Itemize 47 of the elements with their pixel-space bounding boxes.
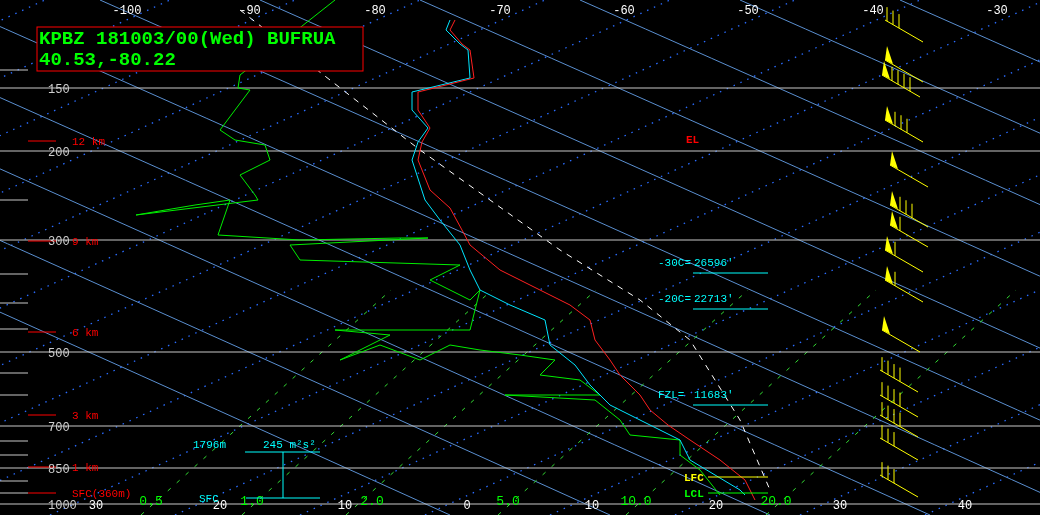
mixing-ratio-label: 1.0 [240, 494, 264, 509]
parcel-level-line [707, 476, 769, 478]
mixing-ratio-label: 0.5 [139, 494, 163, 509]
parcel-level-line [707, 492, 769, 494]
mixing-ratio-label: 10.0 [620, 494, 652, 509]
temperature-label: 10 [584, 499, 600, 513]
level-label: -20C= [658, 293, 691, 305]
pressure-label: 1000 [48, 499, 77, 513]
pressure-label: 500 [48, 347, 70, 361]
height-label: 1 km [72, 462, 99, 474]
height-label: 6 km [72, 327, 99, 339]
level-height: 22713' [694, 293, 734, 305]
temperature-label: 10 [337, 499, 353, 513]
level-label: -30C= [658, 257, 691, 269]
helicity-height-label: 1796m [193, 439, 226, 451]
temperature-label: -80 [364, 4, 386, 18]
station-coordinates: 40.53,-80.22 [39, 49, 176, 71]
pressure-label: 850 [48, 463, 70, 477]
temperature-label: -90 [239, 4, 261, 18]
temperature-label: -30 [986, 4, 1008, 18]
temperature-label: -60 [613, 4, 635, 18]
height-label: SFC(360m) [72, 488, 132, 500]
pressure-label: 300 [48, 235, 70, 249]
temperature-label: 0 [463, 499, 471, 513]
mixing-ratio-label: 20.0 [760, 494, 792, 509]
mixing-ratio-label: 5.0 [496, 494, 520, 509]
level-label: FZL= [658, 389, 685, 401]
parcel-level-label: EL [686, 134, 700, 146]
temperature-label: 20 [708, 499, 724, 513]
height-label: 3 km [72, 410, 99, 422]
helicity-value: 245 m²s² [263, 439, 316, 451]
pressure-label: 200 [48, 146, 70, 160]
parcel-level-label: LFC [684, 472, 704, 484]
temperature-label: -50 [737, 4, 759, 18]
parcel-level-label: LCL [684, 488, 704, 500]
temperature-label: 30 [88, 499, 104, 513]
level-height: 26596' [694, 257, 734, 269]
pressure-label: 150 [48, 83, 70, 97]
temperature-label: -40 [862, 4, 884, 18]
temperature-label: 40 [957, 499, 973, 513]
temperature-label: -70 [489, 4, 511, 18]
station-title: KPBZ 181003/00(Wed) BUFRUA [39, 28, 336, 50]
mixing-ratio-label: 2.0 [360, 494, 384, 509]
height-label: 9 km [72, 236, 99, 248]
temperature-label: 30 [832, 499, 848, 513]
level-height: 11683' [694, 389, 734, 401]
pressure-label: 700 [48, 421, 70, 435]
